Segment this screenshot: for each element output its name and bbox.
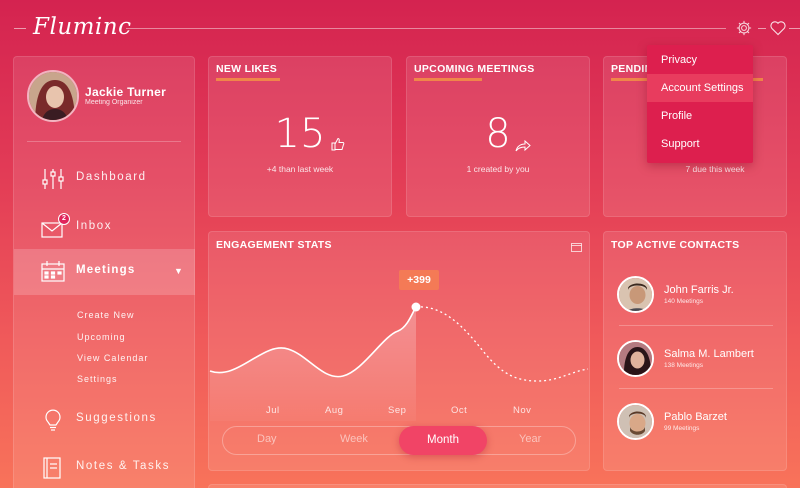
sidebar-item-inbox[interactable]: 2 Inbox [14, 205, 195, 251]
settings-dropdown: Privacy Account Settings Profile Support [647, 45, 753, 163]
contact-avatar [617, 403, 654, 440]
contact-divider [619, 325, 773, 326]
header-divider [758, 28, 766, 29]
contact-item[interactable]: Pablo Barzet 99 Meetings [604, 391, 788, 451]
sidebar-item-suggestions[interactable]: Suggestions [14, 397, 195, 443]
range-option-day[interactable]: Day [257, 433, 277, 445]
card-title: TOP ACTIVE CONTACTS [611, 239, 740, 251]
new-likes-card: NEW LIKES 15 +4 than last week [208, 56, 392, 217]
x-tick-label: Oct [451, 405, 468, 416]
contact-divider [619, 388, 773, 389]
avatar[interactable] [27, 70, 79, 122]
submenu-upcoming[interactable]: Upcoming [77, 332, 126, 342]
lightbulb-icon [40, 407, 66, 433]
submenu-view-calendar[interactable]: View Calendar [77, 353, 148, 363]
sidebar-divider [27, 141, 181, 142]
chart-tooltip: +399 [399, 270, 439, 290]
menu-item-privacy[interactable]: Privacy [647, 46, 753, 74]
user-role: Meeting Organizer [85, 99, 143, 106]
contact-meetings: 138 Meetings [664, 362, 704, 369]
thumbs-up-icon [331, 137, 345, 156]
sidebar-item-label: Dashboard [76, 171, 147, 183]
chevron-down-icon[interactable]: ▼ [174, 266, 183, 276]
x-tick-label: Aug [325, 405, 344, 416]
card-title: NEW LIKES [216, 63, 278, 75]
bottom-panel [208, 484, 787, 488]
contact-name: Salma M. Lambert [664, 348, 754, 360]
meetings-count: 8 [485, 111, 511, 157]
contact-avatar [617, 340, 654, 377]
sidebar-item-notes-tasks[interactable]: Notes & Tasks [14, 445, 195, 488]
user-name: Jackie Turner [85, 85, 167, 99]
x-tick-label: Nov [513, 405, 532, 416]
top-active-contacts-card: TOP ACTIVE CONTACTS John Farris Jr. 140 … [603, 231, 787, 471]
range-option-month[interactable]: Month [399, 426, 487, 455]
sidebar-item-meetings[interactable]: Meetings ▼ [14, 249, 195, 295]
menu-item-account-settings[interactable]: Account Settings [647, 74, 753, 102]
submenu-settings[interactable]: Settings [77, 374, 118, 384]
contact-name: Pablo Barzet [664, 411, 727, 423]
gear-icon[interactable] [734, 18, 754, 38]
x-tick-label: Sep [388, 405, 407, 416]
header-divider [789, 28, 800, 29]
header-divider [14, 28, 26, 29]
sidebar-item-label: Meetings [76, 264, 136, 276]
submenu-create-new[interactable]: Create New [77, 310, 135, 320]
card-title: UPCOMING MEETINGS [414, 63, 535, 75]
heart-icon[interactable] [768, 18, 788, 38]
menu-item-profile[interactable]: Profile [647, 102, 753, 130]
meetings-subtext: 1 created by you [466, 164, 530, 174]
notes-icon [40, 455, 66, 481]
sidebar-item-label: Suggestions [76, 412, 157, 424]
contact-meetings: 99 Meetings [664, 425, 700, 432]
chart-projection-line [415, 306, 589, 382]
card-accent-bar [414, 78, 482, 81]
menu-item-support[interactable]: Support [647, 130, 753, 158]
calendar-icon [40, 259, 66, 285]
sidebar-item-dashboard[interactable]: Dashboard [14, 156, 195, 202]
contact-name: John Farris Jr. [664, 284, 734, 296]
contact-item[interactable]: Salma M. Lambert 138 Meetings [604, 328, 788, 388]
contact-meetings: 140 Meetings [664, 298, 704, 305]
pending-subtext: 7 due this week [685, 164, 745, 174]
chart-highlight-point [411, 302, 421, 312]
likes-count: 15 [274, 111, 326, 157]
range-option-week[interactable]: Week [340, 433, 368, 445]
upcoming-meetings-card: UPCOMING MEETINGS 8 1 created by you [406, 56, 590, 217]
share-arrow-icon [515, 139, 531, 157]
likes-subtext: +4 than last week [266, 164, 334, 174]
sidebar: Jackie Turner Meeting Organizer Dashboar… [13, 56, 195, 488]
header-divider [126, 28, 726, 29]
time-range-toggle: Day Week Month Year [222, 426, 576, 455]
inbox-badge: 2 [58, 213, 70, 225]
card-accent-bar [216, 78, 280, 81]
contact-avatar [617, 276, 654, 313]
sliders-icon [40, 166, 66, 192]
app-logo[interactable]: Fluminc [33, 14, 132, 40]
contact-item[interactable]: John Farris Jr. 140 Meetings [604, 264, 788, 324]
range-option-year[interactable]: Year [519, 433, 541, 445]
x-tick-label: Jul [266, 405, 280, 416]
sidebar-item-label: Inbox [76, 220, 113, 232]
sidebar-item-label: Notes & Tasks [76, 460, 171, 472]
